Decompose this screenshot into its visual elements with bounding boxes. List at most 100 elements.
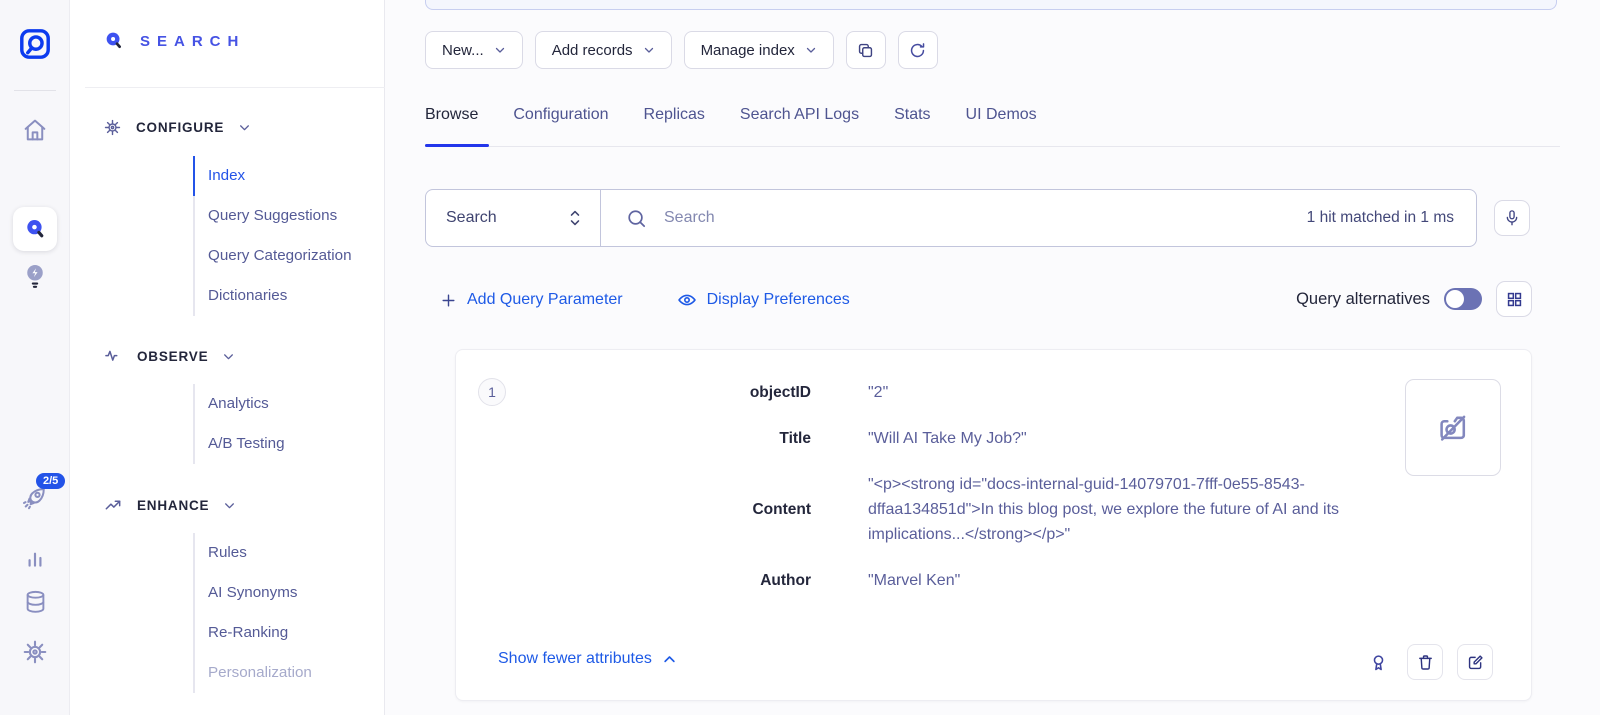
attribute-row: Content "<p><strong id="docs-internal-gu… <box>516 472 1396 547</box>
plus-icon <box>440 292 457 309</box>
section-label: OBSERVE <box>137 349 208 364</box>
sidebar-item-ab-testing[interactable]: A/B Testing <box>193 424 285 464</box>
lightbulb-icon <box>22 262 48 290</box>
sidebar-item-query-suggestions[interactable]: Query Suggestions <box>193 196 352 236</box>
sidebar-item-ai-synonyms[interactable]: AI Synonyms <box>193 573 312 613</box>
algolia-logo[interactable] <box>0 26 70 62</box>
search-input[interactable] <box>664 209 1291 227</box>
edit-icon <box>1466 653 1485 672</box>
trash-icon <box>1416 653 1435 672</box>
new-button[interactable]: New... <box>425 31 523 69</box>
sidebar-item-re-ranking[interactable]: Re-Ranking <box>193 613 312 653</box>
grid-icon <box>1505 290 1524 309</box>
chevron-down-icon <box>805 44 817 56</box>
tab-search-api-logs[interactable]: Search API Logs <box>740 106 859 142</box>
display-preferences-label: Display Preferences <box>707 291 850 309</box>
hit-actions <box>1368 644 1493 680</box>
show-fewer-label: Show fewer attributes <box>498 650 652 668</box>
promote-hit-button[interactable] <box>1368 652 1389 673</box>
new-button-label: New... <box>442 42 484 59</box>
sidebar-item-query-categorization[interactable]: Query Categorization <box>193 236 352 276</box>
sidebar-header[interactable]: SEARCH <box>103 30 245 52</box>
attribute-name: Content <box>516 501 811 519</box>
attribute-row: objectID "2" <box>516 380 1396 405</box>
copy-index-button[interactable] <box>846 31 886 69</box>
algolia-logo-icon <box>17 26 53 62</box>
refresh-icon <box>908 41 927 60</box>
search-product-icon <box>22 216 48 242</box>
search-icon <box>103 30 125 52</box>
index-tabs: Browse Configuration Replicas Search API… <box>425 106 1037 142</box>
refresh-button[interactable] <box>898 31 938 69</box>
section-observe[interactable]: OBSERVE <box>103 346 235 366</box>
rail-divider <box>14 90 56 91</box>
attribute-name: Title <box>516 430 811 448</box>
delete-hit-button[interactable] <box>1407 644 1443 680</box>
hit-attributes: objectID "2" Title "Will AI Take My Job?… <box>516 380 1396 593</box>
camera-off-icon <box>1435 410 1471 446</box>
section-configure[interactable]: CONFIGURE <box>103 118 251 137</box>
section-label: ENHANCE <box>137 498 209 513</box>
attribute-name: objectID <box>516 384 811 402</box>
database-icon <box>22 588 49 616</box>
sidebar-item-dictionaries[interactable]: Dictionaries <box>193 276 352 316</box>
rail-analytics[interactable] <box>0 545 70 571</box>
attribute-row: Title "Will AI Take My Job?" <box>516 426 1396 451</box>
manage-index-label: Manage index <box>701 42 795 59</box>
observe-list: Analytics A/B Testing <box>193 384 285 464</box>
rail-search-active[interactable] <box>13 207 57 251</box>
image-placeholder <box>1405 379 1501 476</box>
voice-search-button[interactable] <box>1494 200 1530 236</box>
layout-grid-button[interactable] <box>1496 281 1532 317</box>
search-bar: Search 1 hit matched in 1 ms <box>425 189 1477 247</box>
product-sidebar: SEARCH CONFIGURE Index Query Suggestions… <box>70 0 385 715</box>
attribute-value: "Will AI Take My Job?" <box>868 426 1027 451</box>
microphone-icon <box>1503 208 1521 228</box>
rail-data[interactable] <box>0 588 70 616</box>
tabs-baseline <box>425 146 1560 147</box>
section-enhance[interactable]: ENHANCE <box>103 495 236 515</box>
chevron-down-icon <box>222 350 235 363</box>
manage-index-button[interactable]: Manage index <box>684 31 834 69</box>
chevron-down-icon <box>238 121 251 134</box>
add-records-button[interactable]: Add records <box>535 31 672 69</box>
enhance-list: Rules AI Synonyms Re-Ranking Personaliza… <box>193 533 312 693</box>
rail-settings[interactable] <box>0 638 70 666</box>
award-icon <box>1368 652 1389 673</box>
icon-rail: 2/5 <box>0 0 70 715</box>
search-mode-select[interactable]: Search <box>426 190 601 246</box>
tab-stats[interactable]: Stats <box>894 106 930 142</box>
home-icon <box>21 116 49 144</box>
search-stats: 1 hit matched in 1 ms <box>1307 209 1454 227</box>
query-alternatives-group: Query alternatives <box>1296 281 1532 317</box>
tab-ui-demos[interactable]: UI Demos <box>966 106 1037 142</box>
attribute-value: "2" <box>868 380 888 405</box>
active-tab-underline <box>425 144 489 147</box>
chevron-up-icon <box>662 652 677 667</box>
search-query-area: 1 hit matched in 1 ms <box>601 190 1476 246</box>
add-query-parameter-link[interactable]: Add Query Parameter <box>440 291 623 309</box>
sidebar-item-index[interactable]: Index <box>193 156 352 196</box>
edit-hit-button[interactable] <box>1457 644 1493 680</box>
usage-badge: 2/5 <box>36 473 65 489</box>
attribute-value: "<p><strong id="docs-internal-guid-14079… <box>868 472 1395 547</box>
show-fewer-attributes-link[interactable]: Show fewer attributes <box>498 650 677 668</box>
magnifier-icon <box>625 207 648 230</box>
rail-home[interactable] <box>0 116 70 144</box>
rail-recommend[interactable] <box>0 262 70 290</box>
chevron-down-icon <box>643 44 655 56</box>
hit-rank-badge: 1 <box>478 378 506 406</box>
sidebar-item-personalization[interactable]: Personalization <box>193 653 312 693</box>
tab-browse[interactable]: Browse <box>425 106 478 142</box>
display-preferences-link[interactable]: Display Preferences <box>677 290 850 310</box>
index-toolbar: New... Add records Manage index <box>425 31 938 69</box>
sidebar-item-analytics[interactable]: Analytics <box>193 384 285 424</box>
toggle-knob <box>1446 290 1464 308</box>
query-alternatives-label: Query alternatives <box>1296 290 1430 309</box>
sidebar-item-rules[interactable]: Rules <box>193 533 312 573</box>
tab-replicas[interactable]: Replicas <box>644 106 705 142</box>
search-mode-value: Search <box>446 209 497 227</box>
tab-configuration[interactable]: Configuration <box>513 106 608 142</box>
gear-icon <box>21 638 49 666</box>
query-alternatives-toggle[interactable] <box>1444 288 1482 310</box>
